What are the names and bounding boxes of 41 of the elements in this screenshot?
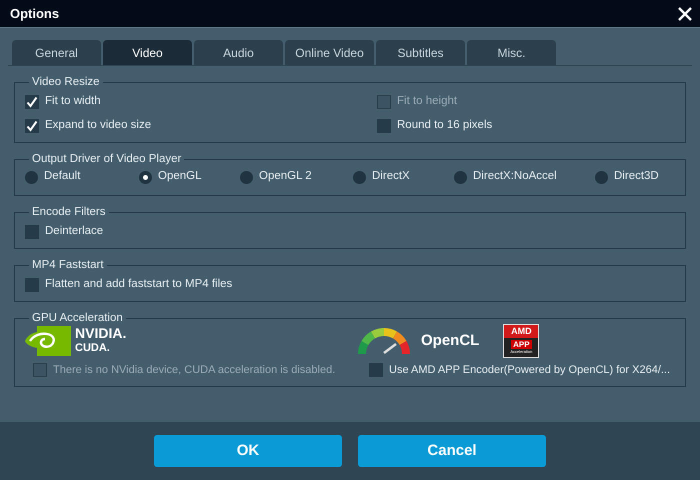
radio-button[interactable] <box>454 170 467 184</box>
checkbox-label: Round to 16 pixels <box>397 118 492 134</box>
checkbox[interactable] <box>369 363 383 377</box>
checkbox-label: Fit to width <box>45 94 101 110</box>
radio-button[interactable] <box>240 170 253 184</box>
group-title: Video Resize <box>31 76 101 88</box>
radio-label: Default <box>44 169 80 184</box>
eye-logo-icon <box>25 326 71 356</box>
radio-button[interactable] <box>25 170 38 184</box>
checkbox-label: Flatten and add faststart to MP4 files <box>45 277 232 292</box>
checkbox[interactable] <box>25 278 39 292</box>
radio-label: DirectX:NoAccel <box>473 169 557 184</box>
tab[interactable]: Subtitles <box>376 40 465 65</box>
radio-label: OpenGL 2 <box>259 169 312 184</box>
tab[interactable]: Online Video <box>285 40 374 65</box>
radio-button[interactable] <box>595 170 608 184</box>
group-title: Encode Filters <box>31 206 107 218</box>
tab[interactable]: General <box>12 40 101 65</box>
checkbox-label: There is no NVidia device, CUDA acceleration is disabled. <box>53 362 336 378</box>
radio-label: DirectX <box>372 169 410 184</box>
checkbox-label: Fit to height <box>397 94 458 110</box>
radio-label: OpenGL <box>158 169 202 184</box>
group-title: Output Driver of Video Player <box>31 153 182 165</box>
checkbox-label: Expand to video size <box>45 118 152 134</box>
checkbox[interactable] <box>25 225 39 239</box>
group-title: MP4 Faststart <box>31 259 105 271</box>
nvidia-logo-text: NVIDIA. CUDA. <box>75 327 126 355</box>
checkbox-label: Deinterlace <box>45 224 104 240</box>
window-title: Options <box>10 4 60 23</box>
radio-button[interactable] <box>139 170 152 184</box>
group-title: GPU Acceleration <box>31 312 124 324</box>
opencl-logo-text: OpenCL <box>421 330 480 351</box>
radio-label: Direct3D <box>614 169 659 184</box>
checkbox[interactable] <box>377 119 391 133</box>
tab[interactable]: Misc. <box>467 40 556 65</box>
tab[interactable]: Audio <box>194 40 283 65</box>
radio-button[interactable] <box>353 170 366 184</box>
tab[interactable]: Video <box>103 40 192 65</box>
checkbox-label: Use AMD APP Encoder(Powered by OpenCL) for X264/... <box>389 362 670 378</box>
close-icon[interactable] <box>678 6 692 20</box>
gauge-icon <box>355 327 413 355</box>
